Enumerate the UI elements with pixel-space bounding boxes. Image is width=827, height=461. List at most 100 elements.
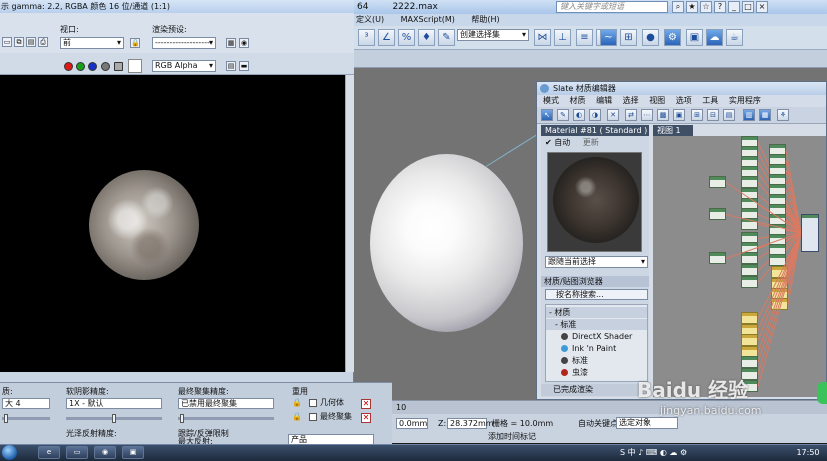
standard-material-node[interactable] xyxy=(801,214,819,252)
taskbar-browser-icon[interactable]: ◉ xyxy=(94,446,116,459)
material-node[interactable] xyxy=(709,252,726,264)
taskbar-clock[interactable]: 17:50 xyxy=(792,446,824,459)
maximize-icon[interactable]: □ xyxy=(742,1,754,13)
quality-slider[interactable] xyxy=(2,417,50,420)
pick-material-icon[interactable]: ✎ xyxy=(557,109,569,121)
named-selection-set-dropdown[interactable]: 创建选择集 xyxy=(457,29,529,41)
background-color-swatch[interactable] xyxy=(128,59,142,73)
update-button[interactable]: 更新 xyxy=(583,138,599,147)
material-node[interactable] xyxy=(741,312,758,324)
copy-image-icon[interactable]: ⧉ xyxy=(14,37,24,47)
alpha-channel-toggle[interactable] xyxy=(101,62,110,71)
slate-menu-select[interactable]: 选择 xyxy=(623,96,639,105)
slate-menu-utilities[interactable]: 实用程序 xyxy=(729,96,761,105)
quality-field[interactable]: 大 4 xyxy=(2,398,50,409)
quality-slider-knob[interactable] xyxy=(4,414,8,423)
close-icon[interactable]: × xyxy=(756,1,768,13)
material-browser-header[interactable]: 材质/贴图浏览器 xyxy=(541,276,649,287)
material-node[interactable] xyxy=(741,334,758,346)
browser-list-item[interactable]: 标准 xyxy=(546,355,647,366)
final-gather-slider-knob[interactable] xyxy=(180,414,184,423)
taskbar-ie-icon[interactable]: e xyxy=(38,446,60,459)
lock-geometry-icon[interactable]: 🔒 xyxy=(292,398,302,408)
vertical-scrollbar[interactable] xyxy=(345,75,354,372)
material-editor-icon[interactable]: ● xyxy=(642,29,659,46)
auto-checkbox[interactable]: ✔ xyxy=(545,138,554,147)
select-by-material-icon[interactable]: ⚘ xyxy=(777,109,789,121)
final-gather-slider[interactable] xyxy=(178,417,274,420)
slate-menu-mode[interactable]: 模式 xyxy=(543,96,559,105)
slate-menu-view[interactable]: 视图 xyxy=(649,96,665,105)
clear-geometry-icon[interactable]: ✕ xyxy=(361,399,371,409)
material-node[interactable] xyxy=(741,176,758,188)
render-setup-small-icon[interactable]: ▦ xyxy=(226,38,236,48)
taskbar-folder-icon[interactable]: ▭ xyxy=(66,446,88,459)
geometry-checkbox[interactable] xyxy=(309,399,317,407)
parameter-editor-icon[interactable]: ▦ xyxy=(759,109,771,121)
select-tool-icon[interactable]: ↖ xyxy=(541,109,553,121)
render-setup-icon[interactable]: ⚙ xyxy=(664,29,681,46)
print-image-icon[interactable]: ⎙ xyxy=(38,37,48,47)
material-map-navigator-icon[interactable]: ▥ xyxy=(743,109,755,121)
final-gather-precision-field[interactable]: 已禁用最终聚集 xyxy=(178,398,274,409)
taskbar-max-icon[interactable]: ▣ xyxy=(122,446,144,459)
search-icon[interactable]: ⌕ xyxy=(672,1,684,13)
angle-snap-icon[interactable]: ∠ xyxy=(378,29,395,46)
schematic-view-icon[interactable]: ⊞ xyxy=(620,29,637,46)
slate-menu-options[interactable]: 选项 xyxy=(676,96,692,105)
percent-snap-icon[interactable]: % xyxy=(398,29,415,46)
material-node[interactable] xyxy=(709,176,726,188)
delete-icon[interactable]: ✕ xyxy=(607,109,619,121)
layout-children-icon[interactable]: ⊟ xyxy=(707,109,719,121)
toggle-overlay-icon[interactable]: ▬ xyxy=(239,61,249,71)
background-icon[interactable]: ▩ xyxy=(657,109,669,121)
slate-menu-material[interactable]: 材质 xyxy=(570,96,586,105)
snap-3d-icon[interactable]: ³ xyxy=(358,29,375,46)
monochrome-toggle[interactable] xyxy=(114,62,123,71)
material-node[interactable] xyxy=(741,264,758,276)
lock-icon[interactable]: 🔒 xyxy=(130,38,140,48)
material-node[interactable] xyxy=(709,208,726,220)
clear-final-gather-icon[interactable]: ✕ xyxy=(361,413,371,423)
clone-window-icon[interactable]: ▤ xyxy=(26,37,36,47)
slate-menu-tools[interactable]: 工具 xyxy=(702,96,718,105)
hide-unused-icon[interactable]: ⋯ xyxy=(641,109,653,121)
add-time-tag-button[interactable]: 添加时间标记 xyxy=(488,431,536,442)
x-coordinate-field[interactable]: 0.0mm xyxy=(396,418,428,429)
browser-list-item[interactable]: 虫漆 xyxy=(546,367,647,378)
viewport-sphere[interactable] xyxy=(370,154,523,332)
material-node[interactable] xyxy=(741,252,758,264)
green-channel-toggle[interactable] xyxy=(76,62,85,71)
side-float-button[interactable] xyxy=(817,382,827,404)
render-preset-dropdown[interactable]: -------------------- xyxy=(152,37,216,49)
browser-list-item[interactable]: DirectX Shader xyxy=(546,331,647,342)
spinner-snap-icon[interactable]: ♦ xyxy=(418,29,435,46)
toggle-ui-icon[interactable]: ▤ xyxy=(226,61,236,71)
tab-view-1[interactable]: 视图 1 xyxy=(653,125,693,136)
rendered-frame-window-icon[interactable]: ▣ xyxy=(686,29,703,46)
edit-named-selection-icon[interactable]: ✎ xyxy=(438,29,455,46)
layer-manager-icon[interactable]: ≡ xyxy=(576,29,593,46)
browser-list-item[interactable]: Ink 'n Paint xyxy=(546,343,647,354)
z-coordinate-field[interactable]: 28.372mm xyxy=(447,418,494,429)
save-image-icon[interactable]: ▭ xyxy=(2,37,12,47)
assign-material-icon[interactable]: ◑ xyxy=(589,109,601,121)
align-icon[interactable]: ⊥ xyxy=(554,29,571,46)
viewport-dropdown[interactable]: 前 xyxy=(60,37,124,49)
preview-follow-dropdown[interactable]: 跟随当前选择 xyxy=(545,256,648,268)
menu-item-customize[interactable]: 定义(U) xyxy=(356,15,384,24)
help-icon[interactable]: ? xyxy=(714,1,726,13)
soft-shadow-slider-knob[interactable] xyxy=(112,414,116,423)
layout-all-icon[interactable]: ⊞ xyxy=(691,109,703,121)
render-iterative-icon[interactable]: ☕ xyxy=(726,29,743,46)
material-node[interactable] xyxy=(741,276,758,288)
show-map-icon[interactable]: ▣ xyxy=(673,109,685,121)
channel-display-dropdown[interactable]: RGB Alpha xyxy=(152,60,216,72)
environment-icon[interactable]: ◉ xyxy=(239,38,249,48)
browser-list-item[interactable]: - 标准 xyxy=(546,319,647,330)
slate-menu-edit[interactable]: 编辑 xyxy=(596,96,612,105)
put-material-icon[interactable]: ◐ xyxy=(573,109,585,121)
blue-channel-toggle[interactable] xyxy=(88,62,97,71)
search-input[interactable]: 键入关键字或短语 xyxy=(556,1,668,13)
tray-ime[interactable]: S 中 ♪ ⌨ ◐ ☁ ⚙ xyxy=(620,448,687,457)
